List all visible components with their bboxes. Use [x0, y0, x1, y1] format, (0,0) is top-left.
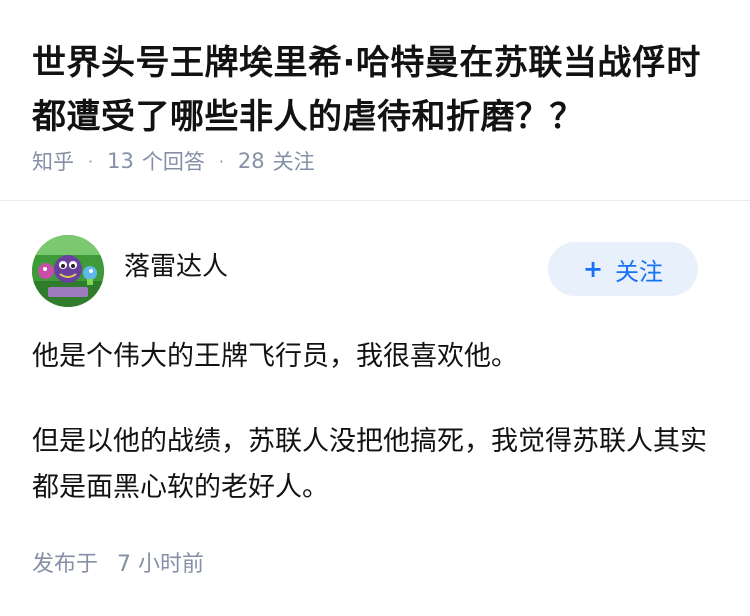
pvz-plants-avatar-icon: [32, 235, 104, 307]
meta-separator: ·: [218, 151, 224, 171]
publish-label: 发布于: [32, 552, 99, 577]
answer-count[interactable]: 13: [107, 149, 134, 173]
answer-count-label[interactable]: 个回答: [142, 146, 205, 176]
avatar[interactable]: [32, 235, 104, 307]
source-label[interactable]: 知乎: [32, 146, 74, 176]
follower-count-label[interactable]: 关注: [273, 146, 315, 176]
answer-card: 落雷达人 + 关注 他是个伟大的王牌飞行员，我很喜欢他。 但是以他的战绩，苏联人…: [0, 201, 750, 616]
question-title[interactable]: 世界头号王牌埃里希·哈特曼在苏联当战俘时都遭受了哪些非人的虐待和折磨？？: [32, 36, 722, 144]
follow-button-label: 关注: [615, 257, 664, 286]
author-name[interactable]: 落雷达人: [124, 250, 228, 284]
answer-paragraph: 他是个伟大的王牌飞行员，我很喜欢他。: [32, 341, 518, 372]
question-meta: 知乎 · 13 个回答 · 28 关注: [32, 146, 315, 176]
plus-icon: +: [582, 255, 604, 283]
publish-time-value: 7 小时前: [117, 552, 205, 577]
meta-separator: ·: [88, 151, 94, 171]
follow-button[interactable]: + 关注: [548, 242, 698, 296]
question-header: 世界头号王牌埃里希·哈特曼在苏联当战俘时都遭受了哪些非人的虐待和折磨？？ 知乎 …: [0, 0, 750, 200]
publish-time: 发布于 7 小时前: [32, 549, 204, 581]
follower-count[interactable]: 28: [238, 149, 265, 173]
answer-paragraph: 但是以他的战绩，苏联人没把他搞死，我觉得苏联人其实都是面黑心软的老好人。: [32, 426, 707, 503]
